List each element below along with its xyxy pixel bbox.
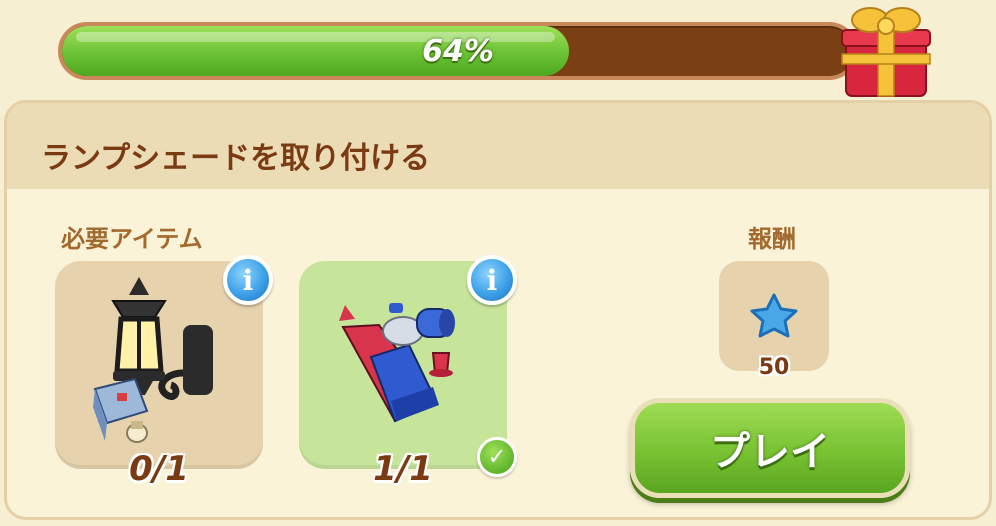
play-button[interactable]: プレイ — [630, 398, 910, 498]
paint-count: 1/1 — [373, 449, 433, 489]
reward-label: 報酬 — [748, 225, 796, 253]
task-screen: 64% ランプシェードを取り付ける 必要アイテム 報酬 i 0/1 i 1/1 … — [0, 0, 996, 526]
lamp-count: 0/1 — [129, 449, 189, 489]
panel-header: ランプシェードを取り付ける — [7, 103, 989, 189]
required-item-card-lamp[interactable]: i — [55, 255, 273, 469]
task-title: ランプシェードを取り付ける — [41, 141, 431, 176]
check-icon: ✓ — [477, 437, 517, 477]
required-items-label: 必要アイテム — [61, 225, 203, 253]
item-info-button[interactable]: i — [467, 255, 517, 305]
item-info-button[interactable]: i — [223, 255, 273, 305]
required-item-card-paint[interactable]: i — [299, 255, 517, 469]
gift-box-icon[interactable] — [840, 0, 932, 100]
reward-amount: 50 — [758, 355, 790, 380]
play-button-label: プレイ — [710, 429, 830, 475]
task-progress-bar: 64% — [58, 22, 858, 80]
progress-percent: 64% — [422, 33, 494, 69]
